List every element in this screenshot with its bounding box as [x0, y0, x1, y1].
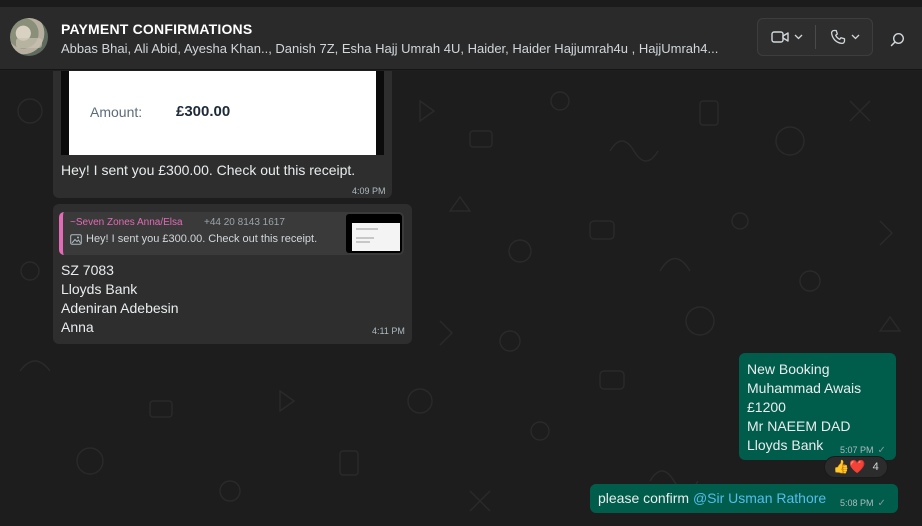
message-line: Muhammad Awais: [747, 380, 862, 396]
message-time: 5:08 PM ✓: [840, 498, 886, 509]
reaction-count: 4: [872, 461, 879, 473]
chevron-down-icon: [794, 34, 802, 40]
quote-thumbnail: [346, 214, 402, 253]
voice-call-button[interactable]: [816, 19, 873, 55]
message-time: 4:09 PM: [352, 186, 386, 196]
message-line: Adeniran Adebesin: [61, 300, 179, 316]
quote-author: ~Seven Zones Anna/Elsa: [70, 217, 183, 228]
receipt-amount-value: £300.00: [176, 103, 231, 120]
message-line: Mr NAEEM DAD: [747, 418, 851, 434]
mention-link[interactable]: @Sir Usman Rathore: [693, 490, 826, 506]
video-call-icon: [770, 31, 789, 43]
message-bubble[interactable]: Amount: £300.00 Hey! I sent you £300.00.…: [53, 71, 392, 198]
message-list[interactable]: Amount: £300.00 Hey! I sent you £300.00.…: [0, 71, 922, 526]
message-line: Lloyds Bank: [61, 281, 138, 297]
chat-title[interactable]: PAYMENT CONFIRMATIONS: [61, 21, 252, 37]
message-line: Anna: [61, 319, 94, 335]
chat-header: PAYMENT CONFIRMATIONS Abbas Bhai, Ali Ab…: [0, 7, 922, 70]
reaction-emojis: 👍❤️: [833, 459, 866, 474]
read-tick-icon: ✓: [877, 498, 886, 509]
message-text: Hey! I sent you £300.00. Check out this …: [61, 162, 356, 178]
quote-text: Hey! I sent you £300.00. Check out this …: [86, 233, 318, 245]
message-time: 4:11 PM: [372, 326, 405, 336]
image-border: [61, 71, 69, 155]
reactions-badge[interactable]: 👍❤️ 4: [824, 456, 888, 478]
participants-list[interactable]: Abbas Bhai, Ali Abid, Ayesha Khan.., Dan…: [61, 41, 751, 56]
search-button[interactable]: [884, 27, 910, 51]
image-border: [376, 71, 384, 155]
message-time: 5:07 PM ✓: [840, 445, 886, 456]
voice-call-icon: [830, 29, 845, 45]
receipt-image[interactable]: Amount: £300.00: [61, 71, 384, 155]
message-line: SZ 7083: [61, 262, 114, 278]
message-text: please confirm @Sir Usman Rathore: [598, 489, 826, 508]
group-avatar[interactable]: [10, 18, 48, 56]
message-bubble[interactable]: New Booking Muhammad Awais £1200 Mr NAEE…: [739, 353, 896, 460]
read-tick-icon: ✓: [877, 445, 886, 456]
search-icon: [890, 32, 904, 46]
window-top-strip: [0, 0, 922, 7]
message-line: £1200: [747, 399, 786, 415]
receipt-amount-label: Amount:: [90, 104, 143, 120]
message-time-text: 5:07 PM: [840, 445, 874, 455]
message-bubble[interactable]: ~Seven Zones Anna/Elsa +44 20 8143 1617 …: [53, 204, 412, 344]
call-button-group: [757, 18, 873, 56]
chevron-down-icon: [851, 34, 859, 40]
quoted-message[interactable]: ~Seven Zones Anna/Elsa +44 20 8143 1617 …: [59, 212, 404, 255]
message-time-text: 5:08 PM: [840, 498, 874, 508]
message-bubble[interactable]: please confirm @Sir Usman Rathore 5:08 P…: [590, 484, 898, 513]
quote-phone: +44 20 8143 1617: [204, 217, 285, 228]
photo-icon: [70, 234, 82, 245]
message-text-part: please confirm: [598, 490, 693, 506]
video-call-button[interactable]: [758, 19, 815, 55]
message-line: New Booking: [747, 361, 830, 377]
message-line: Lloyds Bank: [747, 437, 824, 453]
